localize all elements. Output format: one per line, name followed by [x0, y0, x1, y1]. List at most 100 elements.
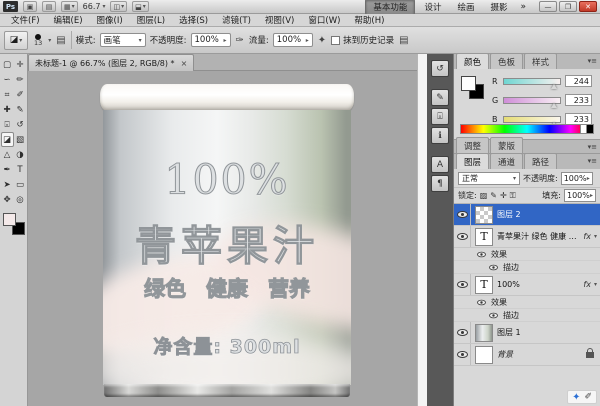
text-layer-thumbnail[interactable]: T [475, 276, 493, 294]
visibility-toggle[interactable] [454, 322, 471, 343]
brush-tool[interactable]: ✎ [14, 102, 27, 117]
lock-position-icon[interactable]: ✛ [500, 191, 507, 201]
layer-row-percent-text[interactable]: T 100% fx▾ [454, 274, 600, 296]
tab-paths[interactable]: 路径 [524, 153, 557, 169]
menu-edit[interactable]: 编辑(E) [47, 14, 90, 26]
ime-tool-icon[interactable]: ✐ [584, 392, 592, 402]
tab-adjustments[interactable]: 调整 [456, 137, 489, 153]
blend-mode-select[interactable]: 正常 ▾ [458, 172, 520, 185]
panel-menu-icon[interactable]: ▾≡ [588, 143, 597, 151]
eye-icon[interactable] [477, 251, 486, 257]
tab-masks[interactable]: 蒙版 [490, 137, 523, 153]
workspace-painting[interactable]: 绘画 [450, 0, 481, 14]
workspace-design[interactable]: 设计 [417, 0, 448, 14]
move-tool[interactable]: ✛ [14, 57, 27, 72]
canvas[interactable]: 100% 青苹果汁 绿色 健康 营养 净含量: 300ml [28, 71, 417, 406]
shape-tool[interactable]: ▭ [14, 177, 27, 192]
visibility-toggle[interactable] [454, 226, 471, 247]
panel-menu-icon[interactable]: ▾≡ [588, 157, 597, 165]
tab-swatches[interactable]: 色板 [490, 53, 523, 69]
black-swatch[interactable] [587, 124, 594, 134]
menu-help[interactable]: 帮助(H) [347, 14, 391, 26]
toggle-brush-panel-icon[interactable]: ▤ [55, 35, 66, 46]
document-tab[interactable]: 未标题-1 @ 66.7% (图层 2, RGB/8) * × [28, 54, 194, 71]
menu-image[interactable]: 图像(I) [90, 14, 130, 26]
blue-slider[interactable] [503, 116, 561, 123]
stroke-effect-row[interactable]: 描边 [454, 261, 600, 274]
slider-thumb[interactable] [551, 84, 557, 89]
type-tool[interactable]: T [14, 162, 27, 177]
erase-to-history-option[interactable]: 抹到历史记录 [331, 34, 394, 46]
history-brush-tool[interactable]: ↺ [14, 117, 27, 132]
path-selection-tool[interactable]: ➤ [1, 177, 14, 192]
red-value-field[interactable]: 244 [565, 75, 592, 87]
lasso-tool[interactable]: ∽ [1, 72, 14, 87]
tab-layers[interactable]: 图层 [456, 153, 489, 169]
visibility-toggle[interactable] [454, 204, 471, 225]
eraser-tool[interactable]: ◪ [1, 132, 14, 147]
layer-thumbnail[interactable] [475, 324, 493, 342]
effects-row[interactable]: 效果 [454, 296, 600, 309]
layer-row-product-text[interactable]: T 青苹果汁 绿色 健康 … fx▾ [454, 226, 600, 248]
fill-value[interactable]: 100% ▸ [564, 189, 596, 202]
layer-thumbnail[interactable] [475, 206, 493, 224]
layer-thumbnail[interactable] [475, 346, 493, 364]
mini-bridge-icon[interactable]: ▤ [42, 1, 56, 12]
clone-source-panel-icon[interactable]: ⌻ [431, 108, 449, 125]
mode-select[interactable]: 画笔 ▾ [100, 33, 146, 47]
view-extras-icon[interactable]: ▦▾ [61, 1, 78, 12]
gradient-tool[interactable]: ▧ [14, 132, 27, 147]
foreground-color-swatch[interactable] [3, 213, 16, 226]
layer-effects-badge[interactable]: fx▾ [583, 232, 600, 241]
workspace-overflow[interactable]: » [516, 2, 530, 12]
menu-window[interactable]: 窗口(W) [301, 14, 347, 26]
white-swatch[interactable] [580, 124, 587, 134]
layer-row-layer1[interactable]: 图层 1 [454, 322, 600, 344]
dodge-tool[interactable]: ◑ [14, 147, 27, 162]
rectangular-marquee-tool[interactable]: ▢ [1, 57, 14, 72]
eyedropper-tool[interactable]: ✐ [14, 87, 27, 102]
brush-preset-picker[interactable]: 13 [32, 34, 44, 47]
zoom-level-control[interactable]: 66.7▾ [83, 2, 106, 11]
menu-filter[interactable]: 滤镜(T) [215, 14, 258, 26]
layer-opacity-value[interactable]: 100% ▸ [561, 172, 593, 185]
blur-tool[interactable]: △ [1, 147, 14, 162]
menu-file[interactable]: 文件(F) [4, 14, 47, 26]
green-slider[interactable] [503, 97, 561, 104]
layer-effects-badge[interactable]: fx▾ [583, 280, 600, 289]
clone-stamp-tool[interactable]: ⌻ [1, 117, 14, 132]
hand-tool[interactable]: ✥ [1, 192, 14, 207]
visibility-toggle[interactable] [454, 344, 471, 365]
info-panel-icon[interactable]: ℹ [431, 127, 449, 144]
menu-view[interactable]: 视图(V) [258, 14, 301, 26]
lock-pixels-icon[interactable]: ✎ [490, 191, 497, 201]
opacity-value[interactable]: 100% ▸ [191, 33, 231, 47]
visibility-toggle[interactable] [454, 274, 471, 295]
color-spectrum-ramp[interactable] [460, 124, 594, 134]
eye-icon[interactable] [489, 264, 498, 270]
lock-all-icon[interactable]: ⚿ [510, 191, 516, 201]
brush-panel-icon[interactable]: ▤ [398, 35, 409, 46]
restore-button[interactable]: ❐ [559, 1, 577, 12]
crop-tool[interactable]: ⌗ [1, 87, 14, 102]
bridge-icon[interactable]: ▣ [23, 1, 37, 12]
flow-value[interactable]: 100% ▸ [273, 33, 313, 47]
history-panel-icon[interactable]: ↺ [431, 60, 449, 77]
character-panel-icon[interactable]: A [431, 156, 449, 173]
quick-selection-tool[interactable]: ✏ [14, 72, 27, 87]
workspace-photography[interactable]: 摄影 [483, 0, 514, 14]
green-value-field[interactable]: 233 [565, 94, 592, 106]
tab-channels[interactable]: 通道 [490, 153, 523, 169]
menu-layer[interactable]: 图层(L) [130, 14, 172, 26]
layer-row-background[interactable]: 背景 [454, 344, 600, 366]
brush-panel-icon[interactable]: ✎ [431, 89, 449, 106]
menu-select[interactable]: 选择(S) [172, 14, 215, 26]
eye-icon[interactable] [489, 312, 498, 318]
healing-brush-tool[interactable]: ✚ [1, 102, 14, 117]
lock-transparency-icon[interactable]: ▨ [480, 191, 488, 201]
minimize-button[interactable]: — [539, 1, 557, 12]
slider-thumb[interactable] [551, 103, 557, 108]
tool-preset-picker[interactable]: ◪ ▾ [4, 31, 28, 50]
ime-icon[interactable]: ✦ [572, 392, 580, 403]
effects-row[interactable]: 效果 [454, 248, 600, 261]
